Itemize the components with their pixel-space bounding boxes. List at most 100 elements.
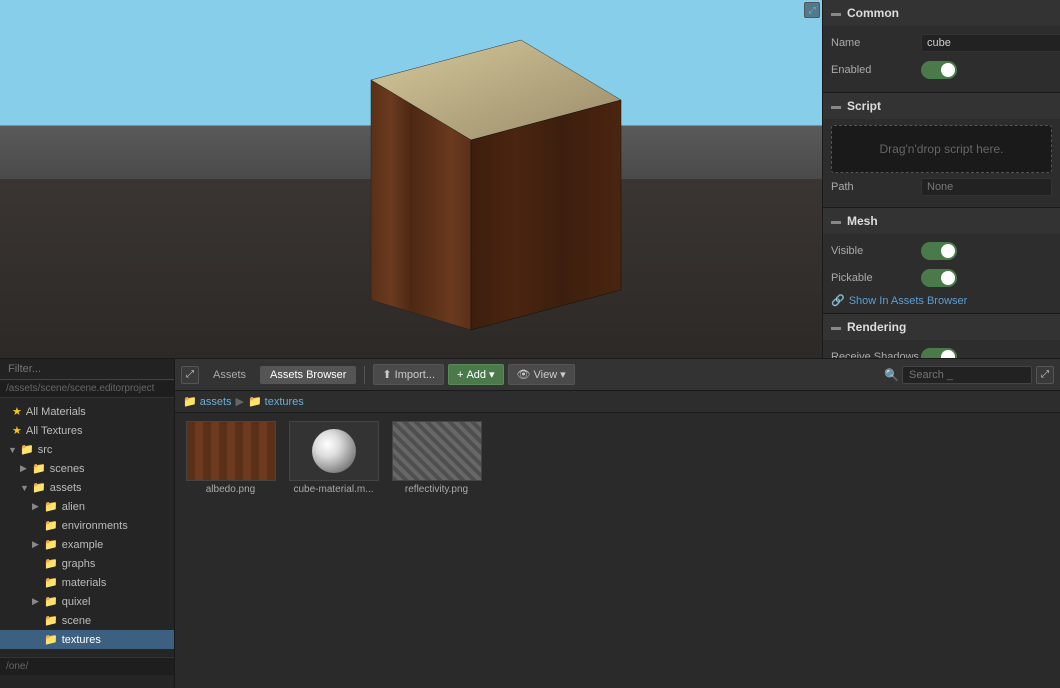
star-icon-textures: ★ [12, 424, 22, 437]
tree-environments[interactable]: 📁 environments [0, 516, 174, 535]
3d-cube [321, 20, 621, 343]
view-btn[interactable]: 👁 View ▾ [508, 364, 575, 385]
rendering-collapse-icon: ▬ [831, 322, 841, 333]
breadcrumb: 📁 assets ▶ 📁 textures [175, 391, 1060, 413]
rendering-title: Rendering [847, 320, 906, 334]
script-title: Script [847, 99, 881, 113]
bc-separator: ▶ [236, 395, 244, 408]
enabled-toggle[interactable] [921, 61, 957, 79]
view-dropdown-icon: ▾ [560, 368, 566, 381]
receive-shadows-row: Receive Shadows [831, 346, 1052, 358]
tree-scenes[interactable]: ▶ 📁 scenes [0, 459, 174, 478]
tree-example[interactable]: ▶ 📁 example [0, 535, 174, 554]
path-line1: /assets/scene/scene.editorproject [6, 383, 168, 394]
asset-thumb-cube-material [289, 421, 379, 481]
import-btn[interactable]: ⬆ Import... [373, 364, 444, 385]
path-label: Path [831, 181, 921, 193]
example-label: example [62, 539, 104, 551]
visible-label: Visible [831, 245, 921, 257]
show-assets-label: Show In Assets Browser [849, 295, 968, 307]
asset-item-albedo[interactable]: albedo.png [183, 421, 278, 495]
tree-alien[interactable]: ▶ 📁 alien [0, 497, 174, 516]
bc-textures-label: textures [265, 396, 304, 408]
receive-shadows-toggle[interactable] [921, 348, 957, 358]
textures-label: textures [62, 634, 101, 646]
receive-shadows-label: Receive Shadows [831, 351, 921, 358]
pickable-toggle[interactable] [921, 269, 957, 287]
bottom-area: /assets/scene/scene.editorproject ★ All … [0, 358, 1060, 688]
mesh-title: Mesh [847, 214, 878, 228]
link-icon: 🔗 [831, 294, 845, 307]
wood-thumbnail [187, 421, 275, 481]
alien-arrow: ▶ [32, 501, 44, 512]
view-label: View [534, 369, 558, 381]
filter-input[interactable] [0, 359, 174, 380]
viewport-expand-btn[interactable]: ⤢ [804, 2, 820, 18]
script-section: ▬ Script Drag'n'drop script here. Path N… [823, 93, 1060, 208]
expand-right-btn[interactable]: ⤢ [1036, 366, 1054, 384]
materials-folder-icon: 📁 [44, 576, 58, 589]
tree-all-textures[interactable]: ★ All Textures [0, 421, 174, 440]
assets-label: assets [50, 482, 82, 494]
scenes-folder-icon: 📁 [32, 462, 46, 475]
graphs-folder-icon: 📁 [44, 557, 58, 570]
noise-thumbnail [393, 421, 481, 481]
common-section: ▬ Common Name Enabled [823, 0, 1060, 93]
mesh-section-header[interactable]: ▬ Mesh [823, 208, 1060, 234]
script-section-header[interactable]: ▬ Script [823, 93, 1060, 119]
common-section-header[interactable]: ▬ Common [823, 0, 1060, 26]
script-drop-zone[interactable]: Drag'n'drop script here. [831, 125, 1052, 173]
tree-quixel[interactable]: ▶ 📁 quixel [0, 592, 174, 611]
add-label: Add [466, 369, 486, 381]
rendering-section: ▬ Rendering Receive Shadows Apply Fog In… [823, 314, 1060, 358]
asset-label-reflectivity: reflectivity.png [405, 484, 468, 495]
path-value: None [921, 178, 1052, 196]
name-input[interactable] [921, 34, 1060, 52]
plus-icon: + [457, 369, 463, 381]
tree-materials[interactable]: 📁 materials [0, 573, 174, 592]
folder-icon-bc: 📁 [183, 395, 197, 408]
show-in-assets-btn[interactable]: 🔗 Show In Assets Browser [831, 294, 1052, 307]
pickable-label: Pickable [831, 272, 921, 284]
tree-textures[interactable]: 📁 textures [0, 630, 174, 649]
breadcrumb-textures[interactable]: 📁 textures [248, 395, 304, 408]
tab-assets[interactable]: Assets [203, 366, 256, 384]
viewport: ⤢ [0, 0, 822, 358]
name-row: Name [831, 32, 1052, 54]
common-title: Common [847, 6, 899, 20]
asset-item-cube-material[interactable]: cube-material.m... [286, 421, 381, 495]
rendering-section-header[interactable]: ▬ Rendering [823, 314, 1060, 340]
asset-item-reflectivity[interactable]: reflectivity.png [389, 421, 484, 495]
search-input[interactable] [902, 366, 1032, 384]
mesh-collapse-icon: ▬ [831, 216, 841, 227]
add-btn[interactable]: + Add ▾ [448, 364, 504, 385]
tree-assets[interactable]: ▼ 📁 assets [0, 478, 174, 497]
visible-row: Visible [831, 240, 1052, 262]
assets-folder-icon: 📁 [32, 481, 46, 494]
path-row: Path None [831, 178, 1052, 196]
quixel-arrow: ▶ [32, 596, 44, 607]
example-arrow: ▶ [32, 539, 44, 550]
sphere-thumbnail [312, 429, 356, 473]
folder-icon-bc2: 📁 [248, 395, 262, 408]
example-folder-icon: 📁 [44, 538, 58, 551]
alien-folder-icon: 📁 [44, 500, 58, 513]
tree-all-materials[interactable]: ★ All Materials [0, 402, 174, 421]
tab-assets-browser[interactable]: Assets Browser [260, 366, 356, 384]
expand-btn[interactable]: ⤢ [181, 366, 199, 384]
right-panel: ▬ Common Name Enabled ▬ Script D [822, 0, 1060, 358]
quixel-folder-icon: 📁 [44, 595, 58, 608]
scene-label: scene [62, 615, 91, 627]
environments-label: environments [62, 520, 128, 532]
tree-src[interactable]: ▼ 📁 src [0, 440, 174, 459]
tree-scene[interactable]: 📁 scene [0, 611, 174, 630]
scenes-label: scenes [50, 463, 85, 475]
visible-toggle[interactable] [921, 242, 957, 260]
asset-thumb-reflectivity [392, 421, 482, 481]
left-panel: /assets/scene/scene.editorproject ★ All … [0, 359, 175, 688]
src-label: src [38, 444, 53, 456]
assets-arrow: ▼ [20, 483, 32, 493]
breadcrumb-assets[interactable]: 📁 assets [183, 395, 232, 408]
scenes-arrow: ▶ [20, 463, 32, 474]
tree-graphs[interactable]: 📁 graphs [0, 554, 174, 573]
